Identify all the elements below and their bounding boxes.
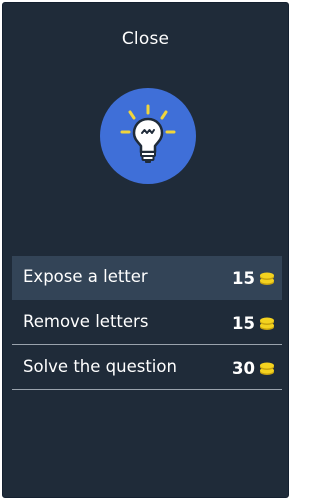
coins-icon — [260, 362, 274, 375]
option-price: 30 — [232, 359, 255, 378]
option-label: Solve the question — [23, 357, 177, 376]
coins-icon — [260, 317, 274, 330]
coins-icon — [260, 272, 274, 285]
close-button[interactable]: Close — [3, 29, 288, 49]
option-solve-question[interactable]: Solve the question 30 — [12, 346, 282, 390]
option-price: 15 — [232, 269, 255, 288]
option-label: Expose a letter — [23, 267, 148, 286]
lightbulb-icon — [120, 104, 176, 163]
option-label: Remove letters — [23, 312, 149, 331]
option-price: 15 — [232, 314, 255, 333]
option-remove-letters[interactable]: Remove letters 15 — [12, 301, 282, 345]
hint-badge — [100, 88, 196, 184]
hint-dialog: Close Expose a letter 15 Remove letters … — [2, 2, 289, 498]
option-expose-letter[interactable]: Expose a letter 15 — [12, 256, 282, 300]
